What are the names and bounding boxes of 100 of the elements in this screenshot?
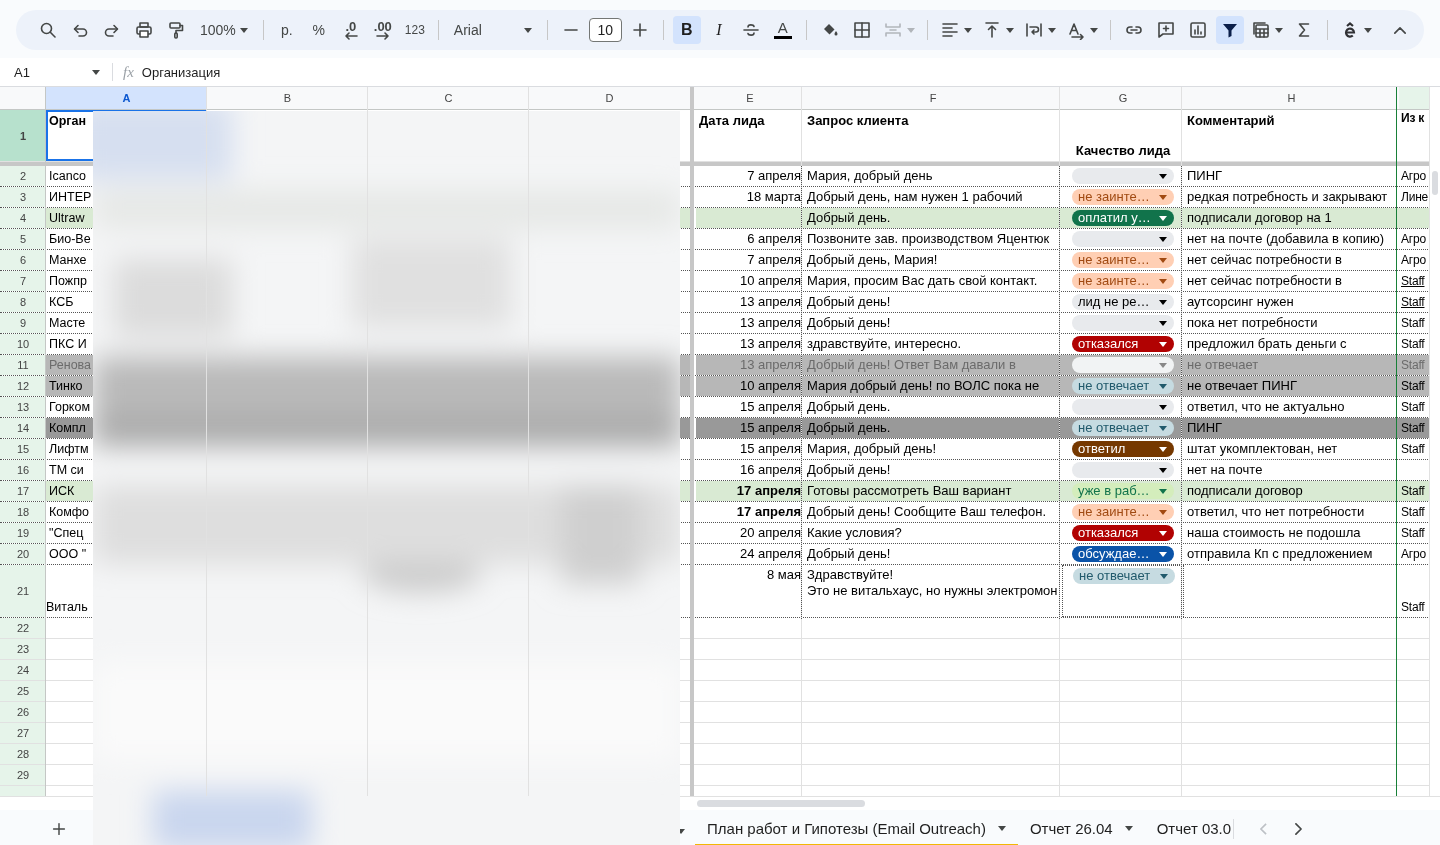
table-cell-text: Из к <box>1400 110 1426 127</box>
caret-icon <box>1363 27 1372 33</box>
status-dropdown[interactable]: не отвечает <box>1072 378 1174 394</box>
sheet-tab[interactable]: План работ и Гипотезы (Email Outreach) <box>695 810 1018 845</box>
column-header[interactable]: F <box>804 87 1062 109</box>
status-dropdown[interactable]: не заинте… <box>1072 189 1174 205</box>
status-dropdown[interactable]: не отвечает <box>1073 568 1175 584</box>
horizontal-scrollbar-thumb[interactable] <box>697 800 865 807</box>
status-dropdown[interactable]: отказался <box>1072 336 1174 352</box>
row-number[interactable]: 26 <box>0 702 46 722</box>
status-dropdown[interactable]: ответил <box>1072 441 1174 457</box>
table-cell: 10 апреля <box>696 376 804 396</box>
caret-icon <box>1159 383 1167 389</box>
status-dropdown[interactable]: уже в раб… <box>1072 483 1174 499</box>
caret-icon <box>1159 215 1167 221</box>
row-number[interactable]: 13 <box>0 397 46 417</box>
table-cell: ПИНГ <box>1184 418 1399 438</box>
row-number[interactable]: 6 <box>0 250 46 270</box>
caret-icon <box>1159 425 1167 431</box>
row-number[interactable]: 20 <box>0 544 46 564</box>
row-number[interactable]: 29 <box>0 765 46 785</box>
column-header[interactable]: A <box>46 87 207 109</box>
minus-icon <box>563 29 578 31</box>
toolbar-button[interactable] <box>1215 16 1244 44</box>
status-dropdown[interactable]: оплатил у… <box>1072 210 1174 226</box>
table-cell: Мария добрый день! по ВОЛС пока не <box>804 376 1062 396</box>
row-number[interactable]: 21 <box>0 565 46 617</box>
row-number[interactable]: 14 <box>0 418 46 438</box>
status-dropdown[interactable]: не заинте… <box>1072 273 1174 289</box>
caret-icon <box>1159 278 1167 284</box>
status-dropdown[interactable]: не заинте… <box>1072 504 1174 520</box>
format-button[interactable]: 123 <box>400 16 429 44</box>
row-number[interactable]: 23 <box>0 639 46 659</box>
table-cell-text: Дата лида <box>698 112 766 130</box>
row-number[interactable]: 11 <box>0 355 46 375</box>
status-dropdown[interactable]: лид не ре… <box>1072 294 1174 310</box>
row-number[interactable]: 16 <box>0 460 46 480</box>
caret-icon <box>1160 573 1168 579</box>
status-dropdown[interactable]: обсуждае… <box>1072 546 1174 562</box>
row-number[interactable]: 8 <box>0 292 46 312</box>
vertical-scrollbar[interactable] <box>1429 87 1440 796</box>
caret-icon <box>1159 509 1167 515</box>
row-number[interactable]: 28 <box>0 744 46 764</box>
caret-icon <box>1274 27 1283 33</box>
decimal-button[interactable]: .0 <box>336 16 365 44</box>
status-dropdown[interactable]: отказался <box>1072 525 1174 541</box>
format-button[interactable]: % <box>304 16 333 44</box>
column-header[interactable]: E <box>696 87 804 109</box>
formula-value[interactable]: Организация <box>141 64 221 80</box>
wrap-icon <box>1023 20 1044 40</box>
table-cell: 13 апреля <box>696 355 804 375</box>
sheet-tab[interactable]: Отчет 03.0 <box>1144 810 1232 845</box>
caret-icon <box>1047 27 1056 33</box>
caret-icon <box>92 69 100 75</box>
table-cell-text: Запрос клиента <box>806 112 910 130</box>
row-number[interactable]: 15 <box>0 439 46 459</box>
search-icon <box>38 20 58 40</box>
row-number[interactable]: 18 <box>0 502 46 522</box>
column-header[interactable]: H <box>1184 87 1399 109</box>
row-number[interactable]: 1 <box>0 110 46 161</box>
caret-icon <box>1005 27 1014 33</box>
table-cell: 17 апреля <box>696 481 804 501</box>
print-icon <box>134 20 154 40</box>
row-number[interactable]: 19 <box>0 523 46 543</box>
caret-icon <box>1159 257 1167 263</box>
column-header[interactable]: B <box>207 87 368 109</box>
row-number[interactable]: 12 <box>0 376 46 396</box>
chevron-right-icon <box>1295 822 1303 835</box>
decimal-button[interactable]: .00 <box>368 16 397 44</box>
row-number[interactable]: 24 <box>0 660 46 680</box>
format-button[interactable]: р. <box>272 16 301 44</box>
column-header[interactable]: C <box>368 87 529 109</box>
row-number[interactable]: 7 <box>0 271 46 291</box>
caret-icon <box>1089 27 1098 33</box>
caret-icon <box>997 826 1006 831</box>
row-number[interactable]: 3 <box>0 187 46 207</box>
caret-icon <box>1159 341 1167 347</box>
bold-button[interactable]: B <box>672 16 701 44</box>
font-size-field[interactable]: 10 <box>588 18 622 42</box>
row-number[interactable]: 25 <box>0 681 46 701</box>
zoom-dropdown[interactable]: 100% <box>194 16 254 44</box>
row-number[interactable]: 10 <box>0 334 46 354</box>
row-number[interactable]: 17 <box>0 481 46 501</box>
name-box[interactable]: A1 <box>0 58 108 86</box>
row-number[interactable]: 4 <box>0 208 46 228</box>
status-dropdown[interactable]: не заинте… <box>1072 252 1174 268</box>
table-cell: Добрый день. <box>804 208 1062 228</box>
text-color-button[interactable]: A <box>768 16 797 44</box>
row-number[interactable]: 22 <box>0 618 46 638</box>
sheet-tab[interactable]: Отчет 26.04 <box>1017 810 1145 845</box>
row-number[interactable]: 5 <box>0 229 46 249</box>
font-dropdown[interactable]: Arial <box>447 16 538 44</box>
row-number[interactable]: 27 <box>0 723 46 743</box>
row-number[interactable]: 2 <box>0 166 46 186</box>
column-header[interactable]: G <box>1062 87 1184 109</box>
column-header[interactable]: D <box>529 87 690 109</box>
row-number[interactable]: 9 <box>0 313 46 333</box>
italic-button[interactable]: I <box>704 16 733 44</box>
caret-icon <box>1159 404 1167 410</box>
status-dropdown[interactable]: не отвечает <box>1072 420 1174 436</box>
